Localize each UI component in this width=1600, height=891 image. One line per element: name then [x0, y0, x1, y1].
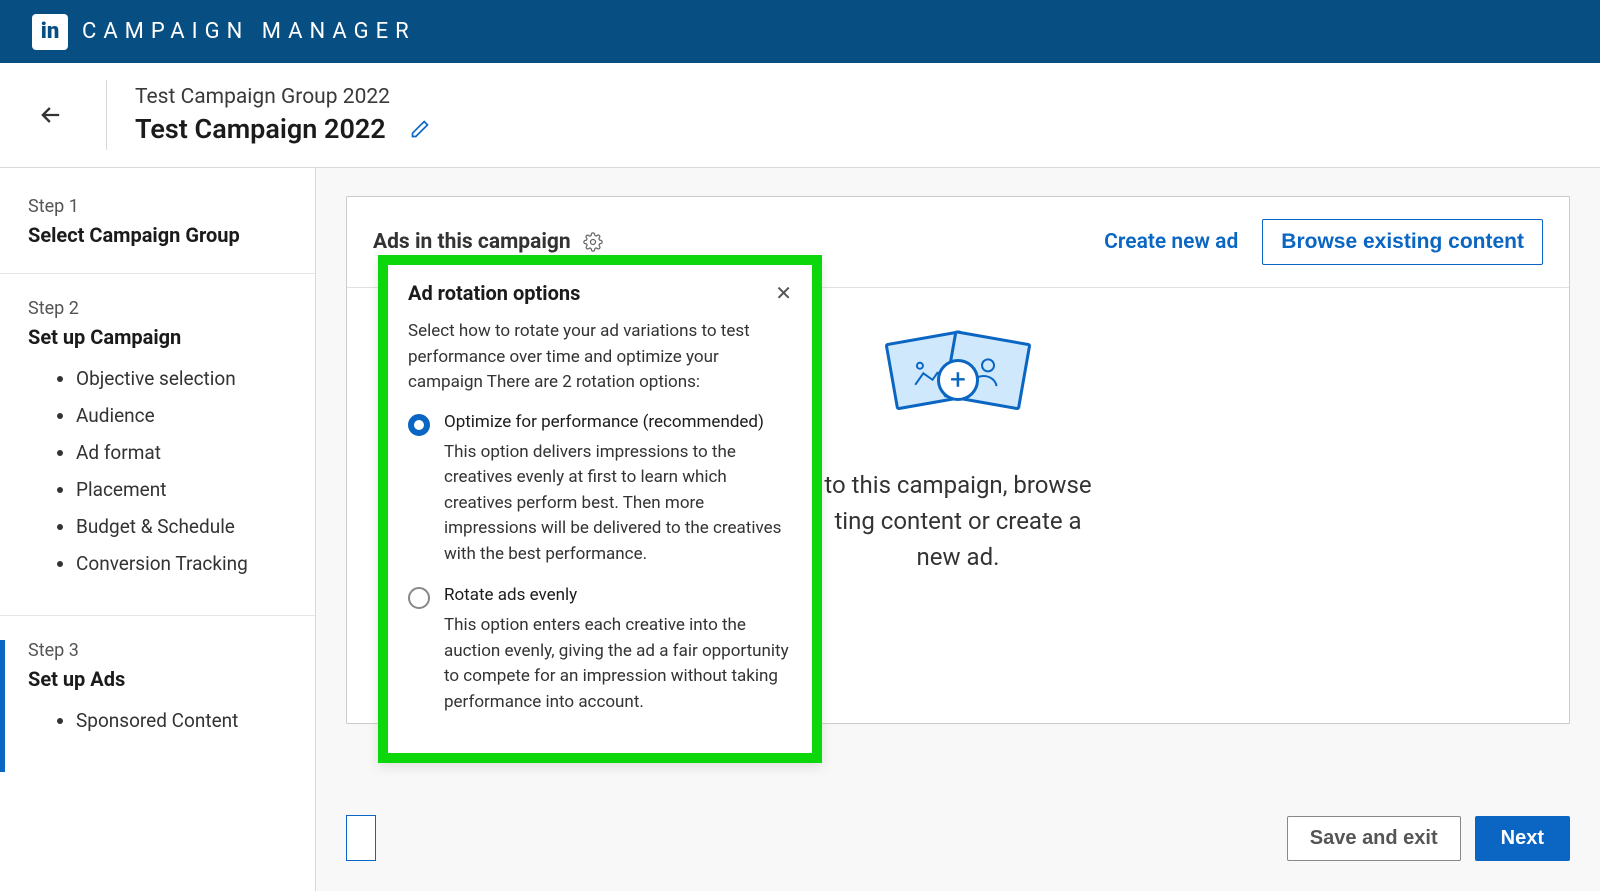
campaign-group-name: Test Campaign Group 2022 — [135, 85, 430, 109]
step-number: Step 2 — [28, 298, 287, 319]
close-icon[interactable]: ✕ — [775, 281, 792, 305]
divider — [106, 80, 107, 150]
sidebar-step-3[interactable]: Step 3 Set up Ads Sponsored Content — [0, 640, 315, 772]
step-title: Set up Ads — [28, 667, 287, 691]
sidebar: Step 1 Select Campaign Group Step 2 Set … — [0, 168, 316, 891]
popover-description: Select how to rotate your ad variations … — [408, 319, 792, 396]
sidebar-item-budget[interactable]: Budget & Schedule — [76, 515, 287, 538]
radio-description: This option delivers impressions to the … — [444, 440, 792, 568]
panel-title: Ads in this campaign — [373, 230, 571, 254]
plus-circle-icon: + — [937, 359, 979, 401]
radio-unselected-icon[interactable] — [408, 587, 430, 609]
footer-left-box — [346, 815, 376, 861]
top-banner: in CAMPAIGN MANAGER — [0, 0, 1600, 63]
step-title: Select Campaign Group — [28, 223, 287, 247]
radio-selected-icon[interactable] — [408, 414, 430, 436]
sub-header: Test Campaign Group 2022 Test Campaign 2… — [0, 63, 1600, 168]
radio-label: Rotate ads evenly — [444, 585, 792, 605]
sidebar-item-conversion[interactable]: Conversion Tracking — [76, 552, 287, 575]
sidebar-item-objective[interactable]: Objective selection — [76, 367, 287, 390]
pencil-icon[interactable] — [410, 119, 430, 139]
back-arrow-icon[interactable] — [36, 100, 66, 130]
save-and-exit-button[interactable]: Save and exit — [1287, 816, 1461, 861]
ad-rotation-popover: Ad rotation options ✕ Select how to rota… — [378, 255, 822, 763]
radio-description: This option enters each creative into th… — [444, 613, 792, 715]
footer-buttons: Save and exit Next — [1287, 816, 1570, 861]
sidebar-item-placement[interactable]: Placement — [76, 478, 287, 501]
step-number: Step 1 — [28, 196, 287, 217]
sidebar-item-ad-format[interactable]: Ad format — [76, 441, 287, 464]
gear-icon[interactable] — [583, 232, 603, 252]
step-title: Set up Campaign — [28, 325, 287, 349]
breadcrumb: Test Campaign Group 2022 Test Campaign 2… — [135, 85, 430, 145]
linkedin-logo-icon: in — [32, 14, 68, 50]
step-number: Step 3 — [28, 640, 287, 661]
popover-title: Ad rotation options — [408, 281, 580, 305]
sidebar-item-sponsored-content[interactable]: Sponsored Content — [76, 709, 287, 732]
radio-option-optimize[interactable]: Optimize for performance (recommended) T… — [408, 412, 792, 568]
campaign-name: Test Campaign 2022 — [135, 113, 386, 145]
app-title: CAMPAIGN MANAGER — [82, 19, 416, 44]
create-new-ad-link[interactable]: Create new ad — [1104, 230, 1238, 254]
browse-existing-button[interactable]: Browse existing content — [1262, 219, 1543, 265]
radio-label: Optimize for performance (recommended) — [444, 412, 792, 432]
sidebar-step-1[interactable]: Step 1 Select Campaign Group — [0, 196, 315, 274]
radio-option-rotate-evenly[interactable]: Rotate ads evenly This option enters eac… — [408, 585, 792, 715]
sidebar-step-2[interactable]: Step 2 Set up Campaign Objective selecti… — [0, 298, 315, 616]
next-button[interactable]: Next — [1475, 816, 1570, 861]
sidebar-item-audience[interactable]: Audience — [76, 404, 287, 427]
